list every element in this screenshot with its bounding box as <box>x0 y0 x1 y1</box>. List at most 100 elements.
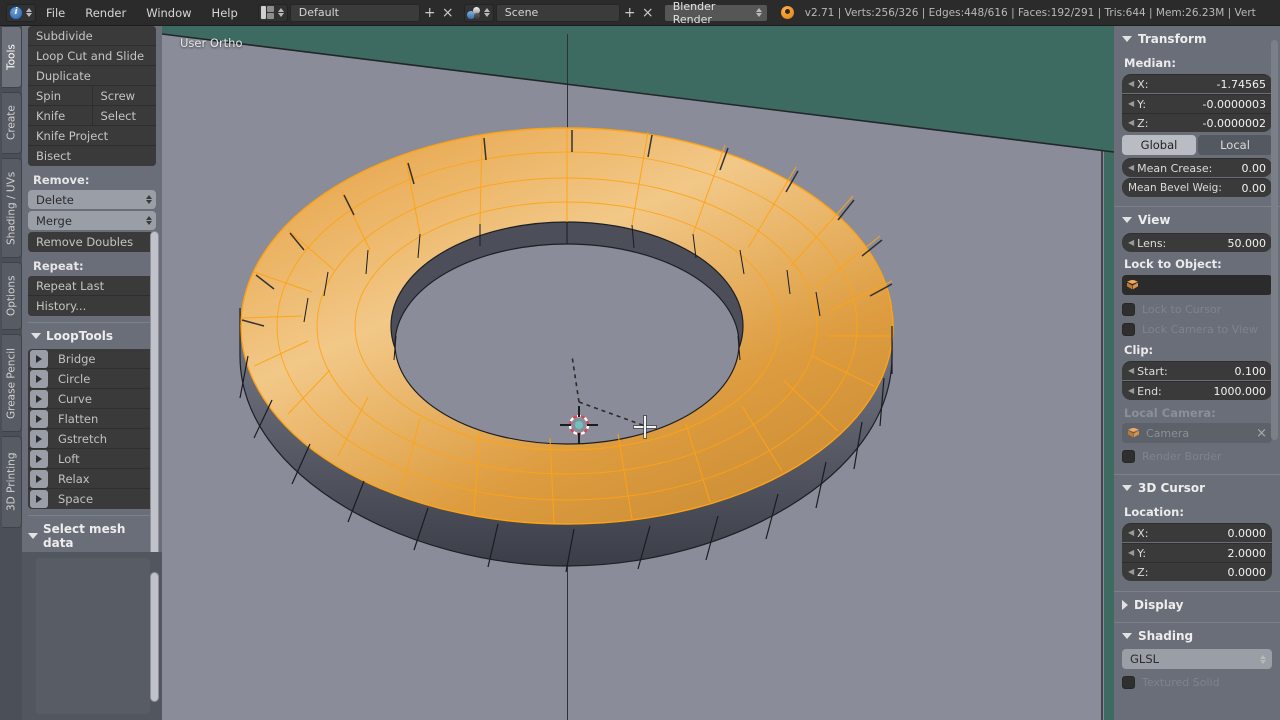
menu-window[interactable]: Window <box>136 0 201 26</box>
panel-header-display[interactable]: Display <box>1114 591 1280 618</box>
lens-label: Lens: <box>1137 236 1167 250</box>
tab-grease-pencil[interactable]: Grease Pencil <box>2 334 22 432</box>
dropdown-merge[interactable]: Merge <box>28 211 156 230</box>
menu-help[interactable]: Help <box>202 0 248 26</box>
menu-file[interactable]: File <box>36 0 75 26</box>
median-y-label: Y: <box>1137 97 1147 111</box>
median-x-field[interactable]: ◀ X: -1.74565 <box>1122 74 1272 93</box>
chevron-updown-icon <box>146 216 152 225</box>
info-editor-icon: i <box>9 5 23 20</box>
panel-header-shading[interactable]: Shading <box>1114 622 1280 649</box>
clip-start-field[interactable]: ◀ Start: 0.100 <box>1122 361 1272 380</box>
cursor-x-field[interactable]: ◀ X: 0.0000 <box>1122 523 1272 542</box>
clear-local-camera-icon[interactable]: × <box>1256 426 1267 441</box>
tool-loop-cut-and-slide[interactable]: Loop Cut and Slide <box>28 46 156 66</box>
panel-header-select-mesh-data[interactable]: Select mesh data <box>28 515 156 556</box>
screen-layout-selector[interactable] <box>257 3 288 22</box>
add-scene-button[interactable]: + <box>622 4 638 22</box>
tab-create[interactable]: Create <box>2 92 22 154</box>
looptools-item-loft[interactable]: Loft <box>28 449 156 469</box>
looptools-item-bridge[interactable]: Bridge <box>28 349 156 369</box>
mesh-tools-group: Subdivide Loop Cut and Slide Duplicate S… <box>28 26 156 166</box>
scene-selector[interactable] <box>463 3 494 22</box>
looptools-item-flatten[interactable]: Flatten <box>28 409 156 429</box>
info-editor-type-button[interactable]: i <box>6 3 36 22</box>
tab-shading-uvs[interactable]: Shading / UVs <box>2 158 22 258</box>
tool-history[interactable]: History... <box>28 296 156 316</box>
tab-options[interactable]: Options <box>2 262 22 330</box>
lens-field[interactable]: ◀ Lens: 50.000 <box>1122 233 1272 252</box>
lock-to-cursor-checkbox[interactable]: Lock to Cursor <box>1122 299 1272 319</box>
median-z-value: -0.0000002 <box>1202 116 1266 130</box>
mean-crease-field[interactable]: ◀ Mean Crease: 0.00 <box>1122 158 1272 177</box>
viewport-view-label: User Ortho <box>180 36 243 50</box>
3d-viewport[interactable]: User Ortho <box>162 26 1114 720</box>
properties-panel-scrollbar[interactable] <box>1271 40 1278 440</box>
left-arrow-icon[interactable]: ◀ <box>1128 164 1134 172</box>
panel-header-3d-cursor[interactable]: 3D Cursor <box>1114 474 1280 501</box>
shading-mode-select[interactable]: GLSL <box>1122 649 1272 669</box>
panel-header-transform[interactable]: Transform <box>1114 26 1280 52</box>
tool-screw[interactable]: Screw <box>92 86 156 106</box>
median-z-field[interactable]: ◀ Z: -0.0000002 <box>1122 113 1272 132</box>
space-local-button[interactable]: Local <box>1198 135 1272 155</box>
lock-camera-to-view-checkbox[interactable]: Lock Camera to View <box>1122 319 1272 339</box>
panel-header-view-label: View <box>1138 213 1171 227</box>
looptools-item-circle[interactable]: Circle <box>28 369 156 389</box>
select-mesh-data-scrollbar[interactable] <box>150 572 159 702</box>
left-arrow-icon[interactable]: ◀ <box>1128 239 1134 247</box>
cursor-drag-line <box>571 355 646 427</box>
cursor-z-field[interactable]: ◀ Z: 0.0000 <box>1122 562 1272 581</box>
tool-subdivide[interactable]: Subdivide <box>28 26 156 46</box>
looptools-item-curve[interactable]: Curve <box>28 389 156 409</box>
tool-select[interactable]: Select <box>92 106 156 126</box>
clip-end-value: 1000.000 <box>1213 384 1267 398</box>
tool-knife[interactable]: Knife <box>28 106 93 126</box>
scene-name[interactable]: Scene <box>495 3 620 22</box>
tab-tools[interactable]: Tools <box>2 26 22 88</box>
panel-header-looptools[interactable]: LoopTools <box>28 322 156 349</box>
left-arrow-icon[interactable]: ◀ <box>1128 568 1134 576</box>
dropdown-delete[interactable]: Delete <box>28 190 156 209</box>
render-engine-select[interactable]: Blender Render <box>663 0 768 26</box>
tool-remove-doubles[interactable]: Remove Doubles <box>28 232 156 252</box>
left-arrow-icon[interactable]: ◀ <box>1128 80 1134 88</box>
mean-bevel-weight-field[interactable]: Mean Bevel Weig: 0.00 <box>1122 178 1272 197</box>
left-arrow-icon[interactable]: ◀ <box>1128 549 1134 557</box>
local-camera-field[interactable]: Camera × <box>1122 423 1272 443</box>
left-arrow-icon[interactable]: ◀ <box>1128 367 1134 375</box>
screen-layout-name[interactable]: Default <box>289 3 420 22</box>
repeat-section-label: Repeat: <box>33 259 84 273</box>
looptools-item-gstretch[interactable]: Gstretch <box>28 429 156 449</box>
looptools-item-relax[interactable]: Relax <box>28 469 156 489</box>
top-header-bar: i File Render Window Help Default + × Sc… <box>0 0 1280 26</box>
median-y-field[interactable]: ◀ Y: -0.0000003 <box>1122 94 1272 113</box>
left-arrow-icon[interactable]: ◀ <box>1128 529 1134 537</box>
delete-screen-button[interactable]: × <box>440 4 456 22</box>
looptools-item-space[interactable]: Space <box>28 489 156 509</box>
menu-render[interactable]: Render <box>75 0 136 26</box>
cursor-y-field[interactable]: ◀ Y: 2.0000 <box>1122 543 1272 562</box>
select-mesh-data-body <box>22 552 162 720</box>
looptools-item-label: Flatten <box>58 411 99 426</box>
delete-scene-button[interactable]: × <box>640 4 656 22</box>
triangle-down-icon <box>1122 36 1132 42</box>
clip-end-field[interactable]: ◀ End: 1000.000 <box>1122 381 1272 400</box>
panel-header-view[interactable]: View <box>1114 206 1280 233</box>
render-border-checkbox[interactable]: Render Border <box>1122 446 1272 466</box>
tool-knife-project[interactable]: Knife Project <box>28 126 156 146</box>
lock-to-object-field[interactable] <box>1122 275 1272 295</box>
left-arrow-icon[interactable]: ◀ <box>1128 100 1134 108</box>
add-screen-button[interactable]: + <box>422 4 438 22</box>
tool-duplicate[interactable]: Duplicate <box>28 66 156 86</box>
textured-solid-checkbox[interactable]: Textured Solid <box>1122 672 1272 692</box>
tool-repeat-last[interactable]: Repeat Last <box>28 276 156 296</box>
tab-3d-printing[interactable]: 3D Printing <box>2 436 22 528</box>
space-global-button[interactable]: Global <box>1122 135 1196 155</box>
toolshelf-scrollbar[interactable] <box>150 231 159 571</box>
screen-layout-arrows-icon <box>277 8 284 17</box>
left-arrow-icon[interactable]: ◀ <box>1128 119 1134 127</box>
left-arrow-icon[interactable]: ◀ <box>1128 387 1134 395</box>
tool-bisect[interactable]: Bisect <box>28 146 156 166</box>
tool-spin[interactable]: Spin <box>28 86 93 106</box>
